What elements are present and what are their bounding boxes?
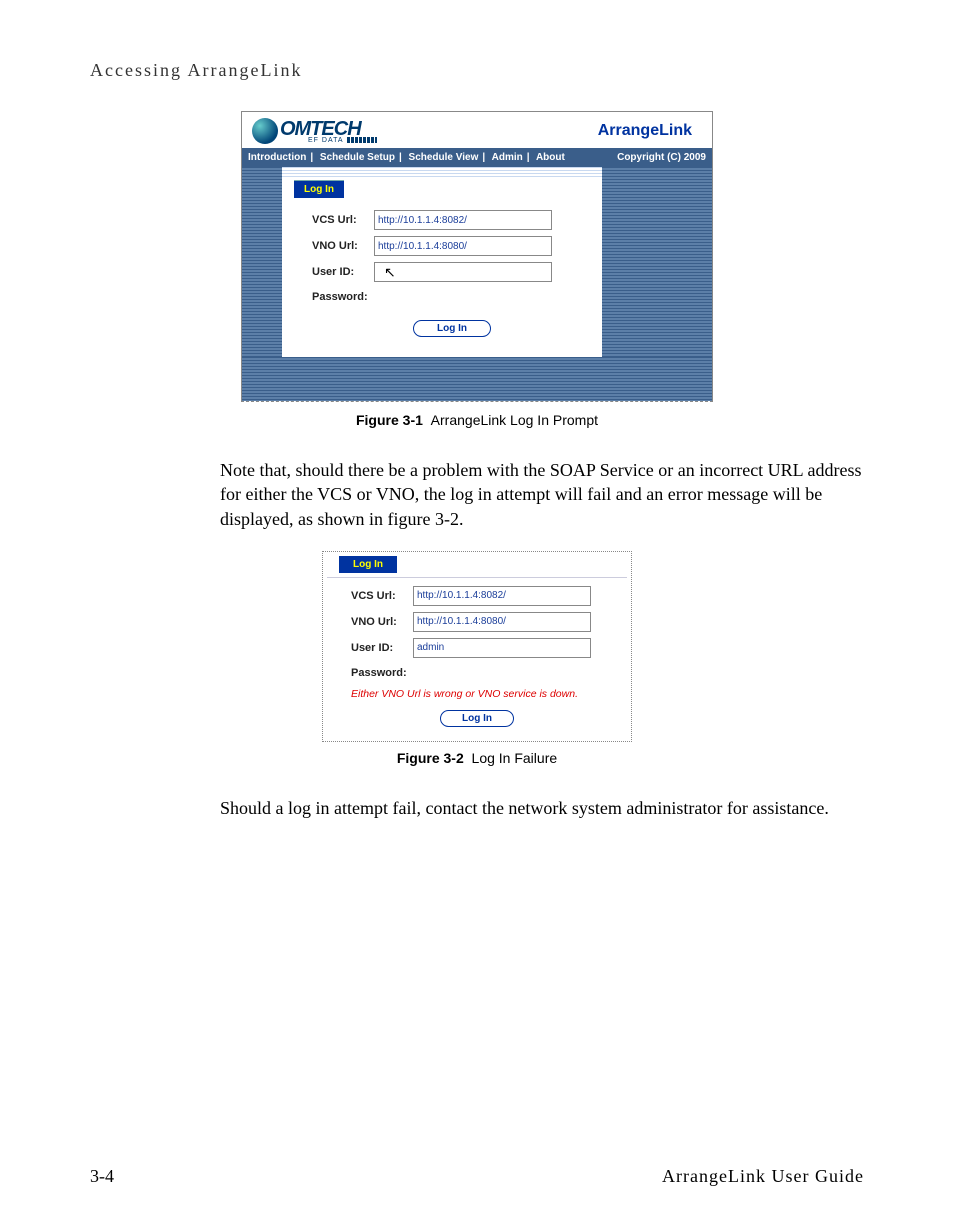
nav-bar: Introduction| Schedule Setup| Schedule V… <box>242 148 712 167</box>
login-button-2[interactable]: Log In <box>440 710 514 727</box>
decorative-bottom <box>242 357 712 401</box>
vno-url-input-2[interactable] <box>413 612 591 632</box>
nav-introduction[interactable]: Introduction <box>248 152 306 163</box>
vcs-url-label: VCS Url: <box>312 214 374 226</box>
user-id-label-2: User ID: <box>351 642 413 654</box>
decorative-stripe-left <box>242 167 282 357</box>
login-tab: Log In <box>294 180 344 198</box>
user-id-label: User ID: <box>312 266 374 278</box>
vno-url-label-2: VNO Url: <box>351 616 413 628</box>
copyright-text: Copyright (C) 2009 <box>617 152 706 163</box>
vcs-url-input-2[interactable] <box>413 586 591 606</box>
password-input-2[interactable] <box>413 664 589 682</box>
nav-admin[interactable]: Admin <box>492 152 523 163</box>
section-header: Accessing ArrangeLink <box>90 60 864 81</box>
user-id-input[interactable] <box>374 262 552 282</box>
vcs-url-label-2: VCS Url: <box>351 590 413 602</box>
figure-3-2-caption: Figure 3-2 Log In Failure <box>90 750 864 766</box>
password-input[interactable] <box>374 288 550 306</box>
user-id-input-2[interactable] <box>413 638 591 658</box>
login-tab-2: Log In <box>339 556 397 573</box>
figure-3-1-caption: Figure 3-1 ArrangeLink Log In Prompt <box>90 412 864 428</box>
decorative-stripe-right <box>602 167 712 357</box>
company-logo: OMTECH EF DATA <box>252 118 377 144</box>
figure-3-1-screenshot: OMTECH EF DATA ArrangeLink Introduction|… <box>241 111 713 402</box>
vcs-url-input[interactable] <box>374 210 552 230</box>
password-label-2: Password: <box>351 667 413 679</box>
body-paragraph-1: Note that, should there be a problem wit… <box>90 458 864 531</box>
product-name: ArrangeLink <box>598 122 702 140</box>
body-paragraph-2: Should a log in attempt fail, contact th… <box>90 796 864 820</box>
page-number: 3-4 <box>90 1166 114 1187</box>
vno-url-label: VNO Url: <box>312 240 374 252</box>
globe-icon <box>252 118 278 144</box>
nav-schedule-view[interactable]: Schedule View <box>409 152 479 163</box>
vno-url-input[interactable] <box>374 236 552 256</box>
footer-title: ArrangeLink User Guide <box>662 1166 864 1187</box>
login-button[interactable]: Log In <box>413 320 491 337</box>
error-message: Either VNO Url is wrong or VNO service i… <box>351 688 627 700</box>
logo-subtext: EF DATA <box>308 137 377 144</box>
nav-about[interactable]: About <box>536 152 565 163</box>
figure-3-2-screenshot: Log In VCS Url: VNO Url: User ID: Passwo… <box>322 551 632 742</box>
password-label: Password: <box>312 291 374 303</box>
nav-schedule-setup[interactable]: Schedule Setup <box>320 152 395 163</box>
